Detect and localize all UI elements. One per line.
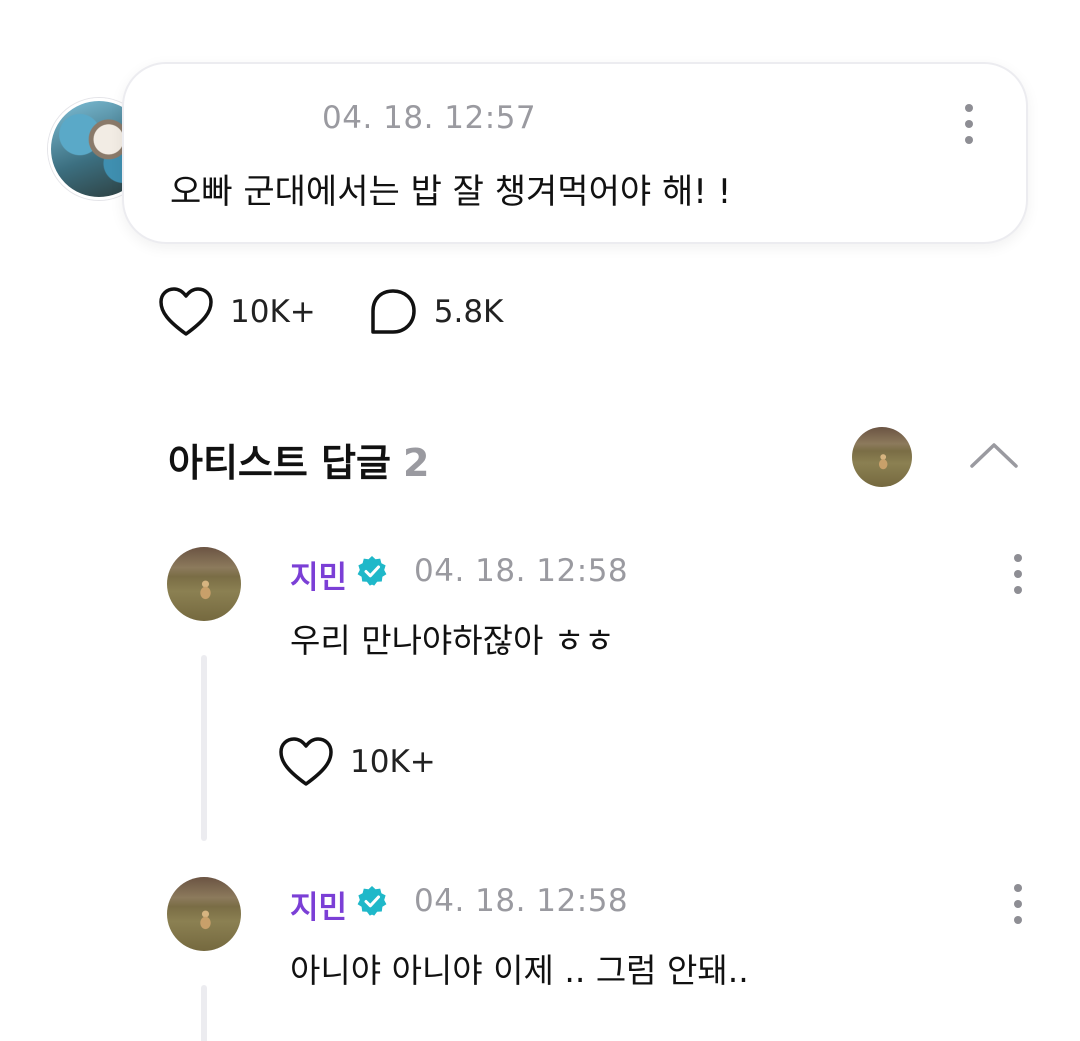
- artist-replies-title: 아티스트 답글 2: [168, 432, 429, 487]
- reply-text: 아니야 아니야 이제 .. 그럼 안돼..: [290, 951, 749, 990]
- fan-comment-timestamp: 04. 18. 12:57: [322, 100, 537, 136]
- like-count: 10K+: [230, 294, 316, 330]
- fan-comment-card: 04. 18. 12:57 오빠 군대에서는 밥 잘 챙겨먹어야 해! !: [122, 62, 1028, 244]
- reply-like-button[interactable]: 10K+: [278, 736, 436, 788]
- thread-line: [201, 985, 207, 1041]
- speech-bubble-icon: [371, 289, 416, 334]
- collapse-button[interactable]: [968, 438, 1020, 472]
- thread-line: [201, 655, 207, 841]
- fan-comment-text: 오빠 군대에서는 밥 잘 챙겨먹어야 해! !: [170, 172, 732, 212]
- like-button[interactable]: 10K+: [158, 286, 316, 338]
- reply-like-count: 10K+: [350, 744, 436, 780]
- reply-author-avatar[interactable]: [167, 547, 241, 621]
- fan-comment-actions: 10K+ 5.8K: [158, 284, 503, 340]
- reply-count-button[interactable]: 5.8K: [368, 287, 504, 337]
- heart-outline-icon: [159, 287, 213, 336]
- heart-outline-icon: [279, 737, 333, 786]
- reply-timestamp: 04. 18. 12:58: [414, 553, 629, 589]
- chevron-up-icon: [970, 443, 1018, 468]
- reply-timestamp: 04. 18. 12:58: [414, 883, 629, 919]
- more-vertical-icon[interactable]: [1013, 884, 1023, 924]
- verified-badge-icon: [357, 556, 387, 586]
- reply-count: 5.8K: [433, 294, 504, 330]
- verified-badge-icon: [357, 886, 387, 916]
- more-vertical-icon[interactable]: [1013, 554, 1023, 594]
- reply-text: 우리 만나야하잖아 ㅎㅎ: [290, 621, 615, 660]
- artist-replies-count: 2: [403, 441, 430, 485]
- reply-author-name[interactable]: 지민: [290, 882, 347, 927]
- reply-author-name[interactable]: 지민: [290, 552, 347, 597]
- artist-avatar-thumb[interactable]: [852, 427, 912, 487]
- artist-replies-label: 아티스트 답글: [168, 441, 391, 485]
- reply-author-avatar[interactable]: [167, 877, 241, 951]
- comment-thread-page: 04. 18. 12:57 오빠 군대에서는 밥 잘 챙겨먹어야 해! ! 10…: [0, 0, 1080, 1041]
- more-vertical-icon[interactable]: [964, 104, 974, 144]
